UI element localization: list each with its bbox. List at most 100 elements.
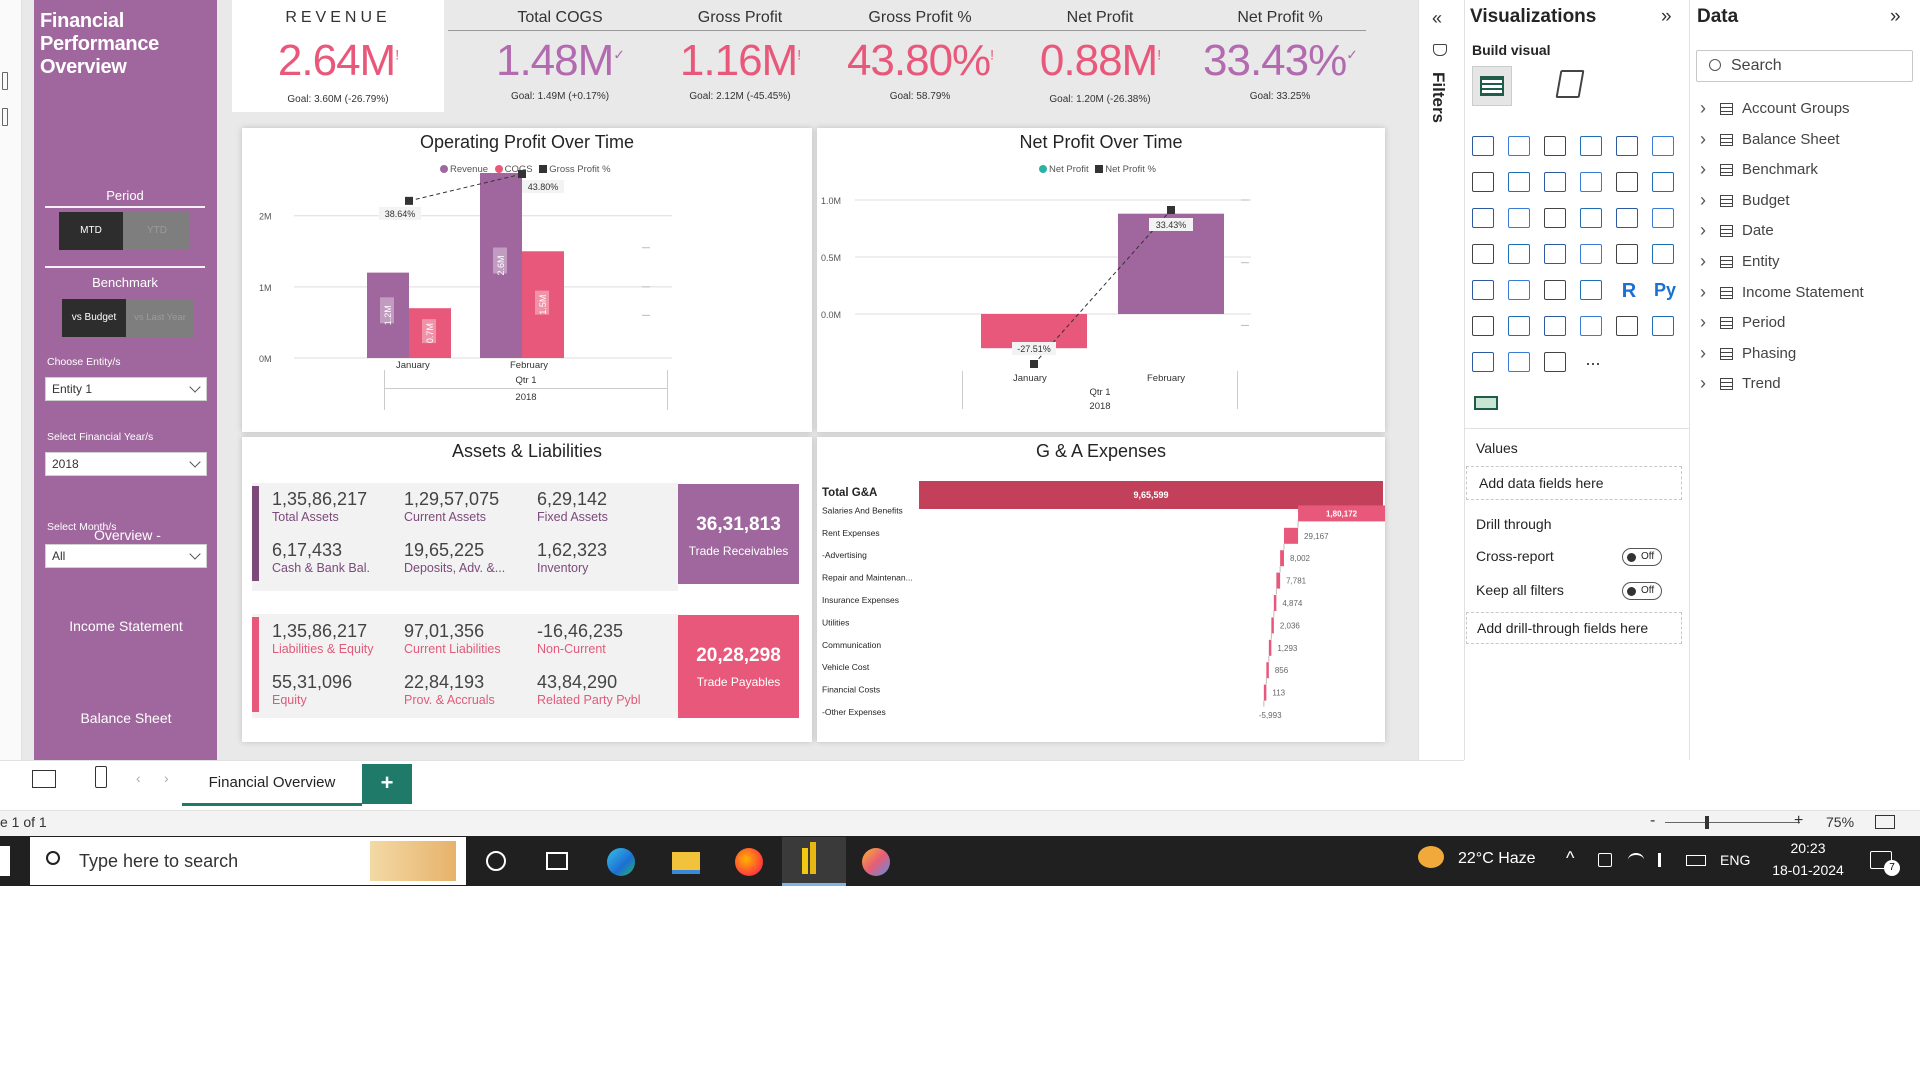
next-page-icon[interactable]: › (164, 770, 169, 786)
table-icon (1720, 378, 1733, 391)
stacked-area-chart-icon[interactable] (1544, 172, 1570, 198)
scatter-chart-icon[interactable] (1544, 208, 1570, 234)
period-mtd-button[interactable]: MTD (59, 212, 123, 250)
drill-through-drop-zone[interactable]: Add drill-through fields here (1466, 612, 1682, 644)
ga-expenses-card[interactable]: G & A Expenses Total G&A 9,65,599 Salaries… (817, 437, 1385, 742)
decomposition-tree-icon[interactable] (1508, 316, 1534, 342)
volume-icon[interactable] (1658, 853, 1672, 867)
clustered-column-chart-icon[interactable] (1580, 136, 1606, 162)
firefox-icon[interactable] (735, 848, 763, 876)
line-column-chart-icon[interactable] (1580, 172, 1606, 198)
arcgis-map-icon[interactable] (1472, 352, 1498, 378)
clustered-bar-chart-icon[interactable] (1544, 136, 1570, 162)
month-dropdown[interactable]: All (45, 544, 207, 568)
toggle-knob (1627, 587, 1636, 596)
zoom-in-button[interactable]: + (1794, 812, 1803, 830)
period-ytd-button[interactable]: YTD (124, 212, 190, 250)
taskbar-search-box[interactable]: Type here to search (30, 837, 466, 885)
fit-to-page-icon[interactable] (1875, 815, 1895, 829)
ribbon-chart-icon[interactable] (1652, 172, 1678, 198)
file-explorer-icon[interactable] (672, 852, 700, 874)
powerbi-taskbar-button[interactable] (782, 837, 846, 886)
waterfall-chart-icon[interactable] (1472, 208, 1498, 234)
kpi-icon[interactable] (1472, 280, 1498, 306)
slicer-icon[interactable] (1508, 280, 1534, 306)
donut-chart-icon[interactable] (1616, 208, 1642, 234)
treemap-icon[interactable] (1652, 208, 1678, 234)
benchmark-last-year-button[interactable]: vs Last Year (126, 299, 194, 337)
more-visuals-icon[interactable]: ... (1580, 350, 1606, 378)
line-chart-icon[interactable] (1472, 172, 1498, 198)
data-search-input[interactable]: Search (1696, 50, 1913, 82)
qa-icon[interactable] (1544, 316, 1570, 342)
multi-row-card-icon[interactable] (1652, 244, 1678, 270)
language-indicator[interactable]: ENG (1720, 852, 1750, 868)
values-drop-zone[interactable]: Add data fields here (1466, 466, 1682, 500)
powerbi-icon (810, 842, 816, 874)
stacked-column-chart-icon[interactable] (1508, 136, 1534, 162)
custom-visual-icon[interactable] (1474, 396, 1498, 410)
tab-financial-overview[interactable]: Financial Overview (182, 762, 362, 806)
meet-icon[interactable] (1598, 853, 1612, 867)
benchmark-budget-button[interactable]: vs Budget (62, 299, 126, 337)
100-stacked-bar-chart-icon[interactable] (1616, 136, 1642, 162)
prev-page-icon[interactable]: ‹ (136, 770, 141, 786)
weather-text[interactable]: 22°C Haze (1458, 850, 1536, 868)
clock-time[interactable]: 20:23 (1768, 840, 1848, 856)
expand-pane-icon[interactable]: » (1661, 6, 1672, 28)
cogs-data-label: 1.5M (538, 295, 548, 315)
cross-report-toggle[interactable]: Off (1622, 548, 1662, 566)
smart-narrative-icon[interactable] (1580, 316, 1606, 342)
task-view-icon[interactable] (546, 852, 568, 870)
assets-liabilities-card[interactable]: Assets & Liabilities 1,35,86,217 Total As… (242, 437, 812, 742)
year-dropdown[interactable]: 2018 (45, 452, 207, 476)
zoom-slider-thumb[interactable] (1705, 816, 1709, 829)
wifi-icon[interactable] (1628, 853, 1644, 867)
format-visual-icon[interactable] (1555, 70, 1585, 98)
chevron-up-icon[interactable]: ^ (1566, 848, 1574, 869)
operating-profit-card[interactable]: Operating Profit Over Time Revenue COGS … (242, 128, 812, 432)
build-visual-tab[interactable] (1472, 66, 1512, 106)
icon-shape (1652, 316, 1674, 336)
matrix-icon[interactable] (1580, 280, 1606, 306)
r-visual-icon[interactable]: R (1616, 280, 1642, 306)
mobile-layout-icon[interactable] (95, 766, 107, 788)
add-page-button[interactable]: + (362, 764, 412, 804)
clock-date[interactable]: 18-01-2024 (1764, 862, 1852, 878)
entity-dropdown[interactable]: Entity 1 (45, 377, 207, 401)
desktop-layout-icon[interactable] (32, 770, 56, 788)
power-apps-icon[interactable] (1508, 352, 1534, 378)
collapse-filters-icon[interactable]: « (1432, 8, 1442, 29)
zoom-slider[interactable] (1665, 822, 1800, 823)
table-icon[interactable] (1544, 280, 1570, 306)
100-stacked-column-chart-icon[interactable] (1652, 136, 1678, 162)
stacked-bar-chart-icon[interactable] (1472, 136, 1498, 162)
pie-chart-icon[interactable] (1580, 208, 1606, 234)
edge-icon[interactable] (607, 848, 635, 876)
filled-map-icon[interactable] (1508, 244, 1534, 270)
paint-icon[interactable] (862, 848, 890, 876)
net-profit-card[interactable]: Net Profit Over Time Net Profit Net Prof… (817, 128, 1385, 432)
keep-filters-toggle[interactable]: Off (1622, 582, 1662, 600)
key-influencers-icon[interactable] (1472, 316, 1498, 342)
paginated-report-icon[interactable] (1652, 316, 1678, 342)
python-visual-icon[interactable]: Py (1652, 280, 1678, 306)
metrics-icon[interactable] (1616, 316, 1642, 342)
area-chart-icon[interactable] (1508, 172, 1534, 198)
data-table-label: Phasing (1742, 344, 1797, 362)
map-icon[interactable] (1472, 244, 1498, 270)
line-stacked-column-chart-icon[interactable] (1616, 172, 1642, 198)
battery-icon[interactable] (1686, 855, 1706, 866)
power-automate-icon[interactable] (1544, 352, 1570, 378)
gauge-icon[interactable] (1580, 244, 1606, 270)
azure-map-icon[interactable] (1544, 244, 1570, 270)
card-icon[interactable] (1616, 244, 1642, 270)
cortana-icon[interactable] (486, 851, 506, 871)
filters-label[interactable]: Filters (1428, 72, 1448, 123)
start-button[interactable] (0, 846, 10, 876)
balance-sheet-nav-button[interactable]: Balance Sheet (45, 710, 207, 726)
funnel-chart-icon[interactable] (1508, 208, 1534, 234)
expand-data-pane-icon[interactable]: » (1890, 6, 1901, 28)
zoom-out-button[interactable]: - (1650, 812, 1655, 830)
income-statement-nav-button[interactable]: Income Statement (45, 618, 207, 634)
